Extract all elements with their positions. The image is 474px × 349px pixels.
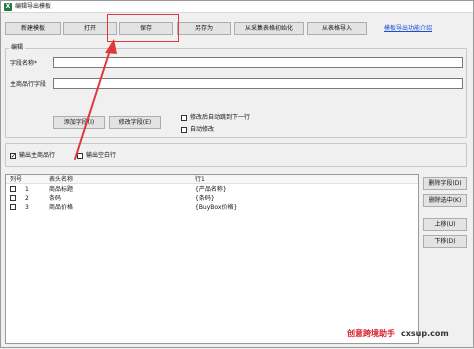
- watermark-brand: 创意跨境助手: [347, 329, 395, 338]
- watermark: 创意跨境助手 cxsup.com: [347, 328, 449, 340]
- annotation-arrow-icon: [74, 39, 117, 160]
- editor-window: X 编辑导出模板 新建模板 打开 保存 另存为 从采集表格初始化 从表格导入 模…: [0, 0, 474, 348]
- watermark-site: cxsup.com: [401, 329, 449, 338]
